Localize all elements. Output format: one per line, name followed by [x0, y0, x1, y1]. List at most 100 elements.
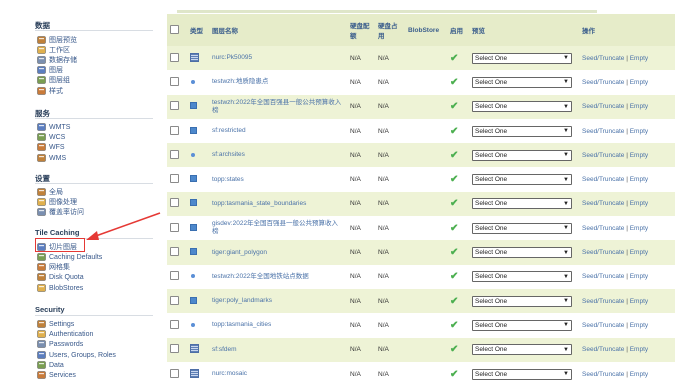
row-checkbox[interactable] [170, 247, 179, 257]
empty-link[interactable]: Empty [630, 79, 648, 86]
preview-select[interactable]: Select One ▼ [472, 198, 572, 210]
empty-link[interactable]: Empty [630, 273, 648, 280]
empty-link[interactable]: Empty [630, 371, 648, 378]
row-checkbox[interactable] [170, 149, 179, 159]
preview-select[interactable]: Select One ▼ [472, 174, 572, 186]
empty-link[interactable]: Empty [630, 152, 648, 159]
layer-name-link[interactable]: tiger:poly_landmarks [212, 297, 272, 304]
sidebar-item[interactable]: 全局 [37, 187, 63, 197]
layer-name-link[interactable]: sf:restricted [212, 127, 246, 134]
sidebar-item[interactable]: WFS [37, 142, 65, 152]
empty-link[interactable]: Empty [630, 298, 648, 305]
empty-link[interactable]: Empty [630, 176, 648, 183]
col-disk-used[interactable]: 硬盘占用 [375, 14, 405, 46]
seed-truncate-link[interactable]: Seed/Truncate [582, 152, 624, 159]
seed-truncate-link[interactable]: Seed/Truncate [582, 298, 624, 305]
sidebar-item[interactable]: Disk Quota [37, 272, 84, 282]
sidebar-item[interactable]: 覆盖率访问 [37, 207, 84, 217]
sidebar-item[interactable]: WMTS [37, 122, 70, 132]
seed-truncate-link[interactable]: Seed/Truncate [582, 103, 624, 110]
sidebar-item[interactable]: 图像处理 [37, 197, 77, 207]
empty-link[interactable]: Empty [630, 249, 648, 256]
preview-select[interactable]: Select One ▼ [472, 76, 572, 88]
row-checkbox[interactable] [170, 319, 179, 329]
sidebar-item[interactable]: Services [37, 370, 76, 380]
empty-link[interactable]: Empty [630, 322, 648, 329]
layer-name-link[interactable]: nurc:mosaic [212, 370, 247, 377]
sidebar-item[interactable]: Settings [37, 319, 74, 329]
preview-select[interactable]: Select One ▼ [472, 125, 572, 137]
seed-truncate-link[interactable]: Seed/Truncate [582, 55, 624, 62]
row-checkbox[interactable] [170, 76, 179, 86]
layer-name-link[interactable]: topp:tasmania_state_boundaries [212, 200, 306, 207]
seed-truncate-link[interactable]: Seed/Truncate [582, 225, 624, 232]
sidebar-item[interactable]: BlobStores [37, 283, 83, 293]
empty-link[interactable]: Empty [630, 346, 648, 353]
row-checkbox[interactable] [170, 344, 179, 354]
sidebar-item[interactable]: 样式 [37, 86, 63, 96]
empty-link[interactable]: Empty [630, 225, 648, 232]
sidebar-item[interactable]: Passwords [37, 339, 83, 349]
layer-name-link[interactable]: topp:tasmania_cities [212, 321, 271, 328]
col-type[interactable]: 类型 [187, 14, 209, 46]
seed-truncate-link[interactable]: Seed/Truncate [582, 249, 624, 256]
sidebar-item[interactable]: WCS [37, 132, 65, 142]
row-checkbox[interactable] [170, 198, 179, 208]
col-blobstore[interactable]: BlobStore [405, 14, 447, 46]
sidebar-item[interactable]: 图层 [37, 65, 63, 75]
preview-select[interactable]: Select One ▼ [472, 149, 572, 161]
layer-name-link[interactable]: topp:states [212, 176, 244, 183]
preview-select[interactable]: Select One ▼ [472, 344, 572, 356]
preview-select[interactable]: Select One ▼ [472, 295, 572, 307]
layer-name-link[interactable]: sf:sfdem [212, 346, 237, 353]
row-checkbox[interactable] [170, 52, 179, 62]
row-checkbox[interactable] [170, 271, 179, 281]
preview-select[interactable]: Select One ▼ [472, 101, 572, 113]
row-checkbox[interactable] [170, 222, 179, 232]
empty-link[interactable]: Empty [630, 103, 648, 110]
col-name[interactable]: 图层名称 [209, 14, 347, 46]
preview-select[interactable]: Select One ▼ [472, 368, 572, 380]
sidebar-item[interactable]: Users, Groups, Roles [37, 350, 116, 360]
seed-truncate-link[interactable]: Seed/Truncate [582, 346, 624, 353]
row-checkbox[interactable] [170, 125, 179, 135]
sidebar-item[interactable]: Data [37, 360, 64, 370]
seed-truncate-link[interactable]: Seed/Truncate [582, 273, 624, 280]
select-all-checkbox[interactable] [170, 24, 179, 34]
layer-name-link[interactable]: nurc:Pk50095 [212, 54, 252, 61]
preview-select[interactable]: Select One ▼ [472, 319, 572, 331]
col-disk-quota[interactable]: 硬盘配额 [347, 14, 375, 46]
preview-select[interactable]: Select One ▼ [472, 247, 572, 259]
layer-name-link[interactable]: testwzh:2022年全国百强县一般公共预算收入榜 [212, 99, 341, 114]
row-checkbox[interactable] [170, 295, 179, 305]
seed-truncate-link[interactable]: Seed/Truncate [582, 79, 624, 86]
sidebar-item[interactable]: 工作区 [37, 45, 70, 55]
preview-select[interactable]: Select One ▼ [472, 222, 572, 234]
sidebar-item[interactable]: 数据存储 [37, 55, 77, 65]
sidebar-item[interactable]: Authentication [37, 329, 93, 339]
empty-link[interactable]: Empty [630, 55, 648, 62]
seed-truncate-link[interactable]: Seed/Truncate [582, 322, 624, 329]
sidebar-item[interactable]: WMS [37, 153, 66, 163]
seed-truncate-link[interactable]: Seed/Truncate [582, 371, 624, 378]
sidebar-item[interactable]: 图层预览 [37, 35, 77, 45]
sidebar-item[interactable]: Caching Defaults [37, 252, 102, 262]
seed-truncate-link[interactable]: Seed/Truncate [582, 200, 624, 207]
layer-name-link[interactable]: testwzh:2022年全国地铁站点数据 [212, 273, 309, 280]
row-checkbox[interactable] [170, 101, 179, 111]
row-checkbox[interactable] [170, 368, 179, 378]
sidebar-item[interactable]: 网格集 [37, 262, 70, 272]
sidebar-item[interactable]: 图层组 [37, 75, 70, 85]
row-checkbox[interactable] [170, 174, 179, 184]
empty-link[interactable]: Empty [630, 200, 648, 207]
preview-select[interactable]: Select One ▼ [472, 271, 572, 283]
layer-name-link[interactable]: sf:archsites [212, 151, 245, 158]
empty-link[interactable]: Empty [630, 128, 648, 135]
preview-select[interactable]: Select One ▼ [472, 52, 572, 64]
col-enabled[interactable]: 启用 [447, 14, 469, 46]
layer-name-link[interactable]: testwzh:地质隐患点 [212, 78, 268, 85]
seed-truncate-link[interactable]: Seed/Truncate [582, 176, 624, 183]
layer-name-link[interactable]: tiger:giant_polygon [212, 249, 267, 256]
seed-truncate-link[interactable]: Seed/Truncate [582, 128, 624, 135]
layer-name-link[interactable]: gisdev:2022年全国百强县一般公共预算收入榜 [212, 220, 338, 235]
